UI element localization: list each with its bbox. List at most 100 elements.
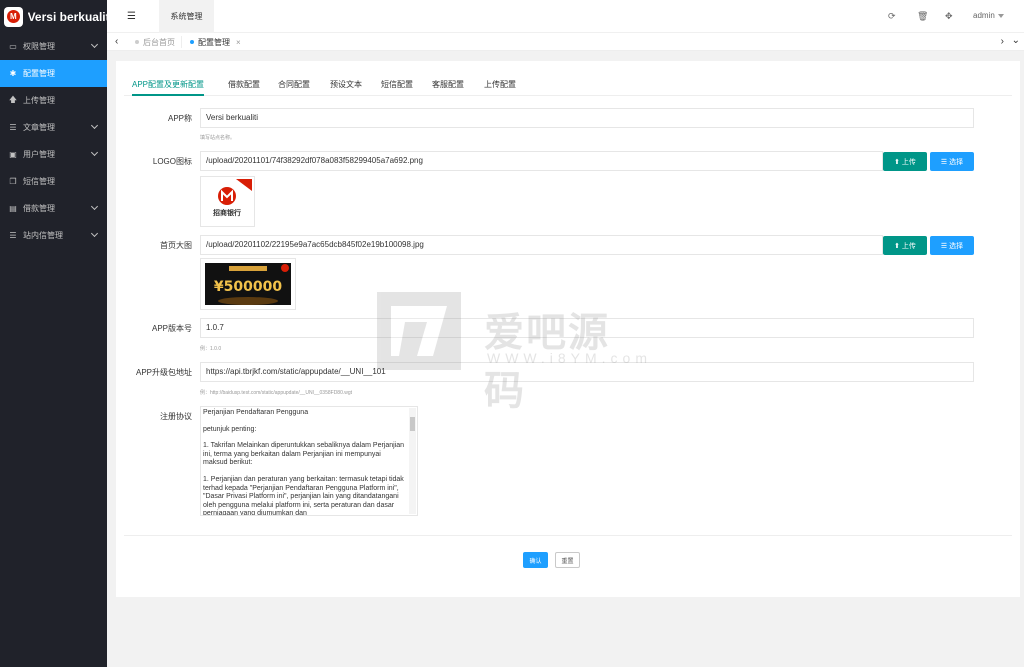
- sidebar-item-label: 上传管理: [23, 96, 55, 105]
- banner-amount: ¥500000: [214, 279, 282, 295]
- copy-icon: ❐: [9, 177, 17, 186]
- sidebar-item-0[interactable]: ▭ 权限管理: [0, 33, 107, 60]
- app-name-input[interactable]: Versi berkualiti: [200, 108, 974, 128]
- tab-service-config[interactable]: 客服配置: [432, 74, 464, 96]
- agreement-label: 注册协议: [160, 412, 192, 421]
- user-name: admin: [973, 11, 995, 20]
- caret-down-icon: [997, 13, 1004, 18]
- banner-upload-button[interactable]: ⬆ 上传: [883, 236, 927, 255]
- sidebar-item-label: 配置管理: [23, 69, 55, 78]
- reset-button[interactable]: 重置: [555, 552, 580, 568]
- chevron-down-icon: [90, 121, 99, 130]
- list-icon: ☰: [9, 123, 17, 132]
- app-title: Versi berkualiti: [27, 9, 107, 24]
- upload-label: 上传: [901, 158, 916, 166]
- user-menu[interactable]: admin: [973, 11, 1004, 20]
- logo-bar: M Versi berkualiti: [0, 0, 107, 33]
- sidebar-item-7[interactable]: ☰ 站内信管理: [0, 222, 107, 249]
- chevron-down-icon: [90, 202, 99, 211]
- tab-app-config[interactable]: APP配置及更新配置: [132, 74, 205, 96]
- list-icon: ☰: [9, 231, 17, 240]
- tab-loan-config[interactable]: 借款配置: [228, 74, 260, 96]
- chevron-down-icon: [90, 229, 99, 238]
- bank-logo-icon: 招商银行: [213, 179, 252, 217]
- upgrade-url-input[interactable]: https://api.tbrjkf.com/static/appupdate/…: [200, 362, 974, 382]
- tab-sms-config[interactable]: 短信配置: [381, 74, 413, 96]
- logo-select-button[interactable]: ☰ 选择: [930, 152, 974, 171]
- user-icon: ▣: [9, 150, 17, 159]
- form-tabs: APP配置及更新配置 借款配置 合同配置 预设文本 短信配置 客服配置 上传配置: [124, 74, 1012, 96]
- sidebar-item-label: 用户管理: [23, 150, 55, 159]
- agreement-textarea[interactable]: Perjanjian Pendaftaran Pengguna petunjuk…: [200, 406, 418, 516]
- top-header: ☰ 系统管理 ⟳ 🗑 ✥ admin: [107, 0, 1024, 33]
- sidebar-item-label: 借款管理: [23, 204, 55, 213]
- menu-icon[interactable]: ☰: [127, 11, 136, 22]
- agreement-paragraph: petunjuk penting:: [203, 425, 257, 433]
- chevron-down-icon[interactable]: ⌄: [1012, 35, 1020, 46]
- sidebar-item-label: 权限管理: [23, 42, 55, 51]
- logo-upload-button[interactable]: ⬆ 上传: [883, 152, 927, 171]
- version-input[interactable]: 1.0.7: [200, 318, 974, 338]
- list-icon: ☰: [940, 242, 950, 250]
- app-name-label: APP称: [167, 114, 192, 123]
- tab-divider: [181, 36, 182, 48]
- banner-image: ¥500000: [205, 263, 291, 305]
- sidebar: M Versi berkualiti ▭ 权限管理 ✱ 配置管理 🡅 上传管理 ☰ 文章管理 ▣…: [0, 0, 107, 667]
- logo-preview: 招商银行: [200, 176, 255, 227]
- config-card: APP配置及更新配置 借款配置 合同配置 预设文本 短信配置 客服配置 上传配置…: [116, 61, 1020, 597]
- sidebar-item-label: 站内信管理: [23, 231, 63, 240]
- trash-icon[interactable]: 🗑: [917, 11, 928, 22]
- sidebar-item-label: 短信管理: [23, 177, 55, 186]
- close-icon[interactable]: ×: [236, 38, 241, 47]
- wallet-icon: ▤: [9, 204, 17, 213]
- submit-button[interactable]: 确认: [523, 552, 548, 568]
- tab-home[interactable]: 后台首页: [135, 33, 175, 51]
- app-logo: M: [4, 6, 23, 27]
- upload-label: 上传: [901, 242, 916, 250]
- chevron-left-icon[interactable]: ‹: [115, 36, 118, 47]
- form-divider: [124, 535, 1012, 536]
- banner-preview: ¥500000: [200, 258, 296, 310]
- chevron-right-icon[interactable]: ›: [1001, 36, 1004, 47]
- upgrade-url-label: APP升级包地址: [135, 368, 192, 377]
- logo-letter: M: [6, 10, 20, 23]
- banner-path-input[interactable]: /upload/20201102/22195e9a7ac65dcb845f02e…: [200, 235, 883, 255]
- tab-dot: [135, 40, 139, 44]
- tab-contract-config[interactable]: 合同配置: [278, 74, 310, 96]
- sidebar-item-2[interactable]: 🡅 上传管理: [0, 87, 107, 114]
- fullscreen-icon[interactable]: ✥: [945, 11, 953, 22]
- upload-icon: 🡅: [8, 94, 18, 104]
- sidebar-item-5[interactable]: ❐ 短信管理: [0, 168, 107, 195]
- agreement-paragraph: 1. Perjanjian dan peraturan yang berkait…: [203, 475, 404, 516]
- logo-label: LOGO图标: [152, 157, 192, 166]
- tab-upload-config[interactable]: 上传配置: [484, 74, 516, 96]
- top-tab-system[interactable]: 系统管理: [159, 0, 214, 33]
- upgrade-url-hint: 例：http://baidusp.test.com/static/appupda…: [200, 390, 353, 396]
- textarea-scrollbar[interactable]: [409, 408, 416, 514]
- sidebar-item-6[interactable]: ▤ 借款管理: [0, 195, 107, 222]
- list-icon: ☰: [940, 158, 950, 166]
- refresh-icon[interactable]: ⟳: [888, 11, 896, 22]
- gear-icon: ✱: [9, 69, 17, 78]
- tab-preset-text[interactable]: 预设文本: [330, 74, 362, 96]
- agreement-paragraph: 1. Takrifan Melainkan diperuntukkan seba…: [203, 442, 405, 467]
- version-label: APP版本号: [151, 324, 192, 333]
- tab-config[interactable]: 配置管理 ×: [190, 33, 241, 51]
- sidebar-item-3[interactable]: ☰ 文章管理: [0, 114, 107, 141]
- chevron-down-icon: [90, 40, 99, 49]
- scroll-thumb[interactable]: [410, 417, 415, 431]
- monitor-icon: ▭: [9, 42, 17, 51]
- page-tabstrip: ‹ 后台首页 配置管理 × › ⌄: [107, 33, 1024, 51]
- sidebar-item-1[interactable]: ✱ 配置管理: [0, 60, 107, 87]
- sidebar-item-4[interactable]: ▣ 用户管理: [0, 141, 107, 168]
- version-hint: 例：1.0.0: [200, 346, 222, 352]
- logo-path-input[interactable]: /upload/20201101/74f38292df078a083f58299…: [200, 151, 883, 171]
- agreement-paragraph: Perjanjian Pendaftaran Pengguna: [203, 409, 309, 416]
- tab-dot: [190, 40, 194, 44]
- sidebar-item-label: 文章管理: [23, 123, 55, 132]
- banner-label: 首页大图: [160, 241, 192, 250]
- banner-select-button[interactable]: ☰ 选择: [930, 236, 974, 255]
- app-name-hint: 填写站点名称。: [200, 135, 236, 141]
- tab-label: 配置管理: [198, 37, 230, 47]
- tab-label: 后台首页: [143, 37, 175, 47]
